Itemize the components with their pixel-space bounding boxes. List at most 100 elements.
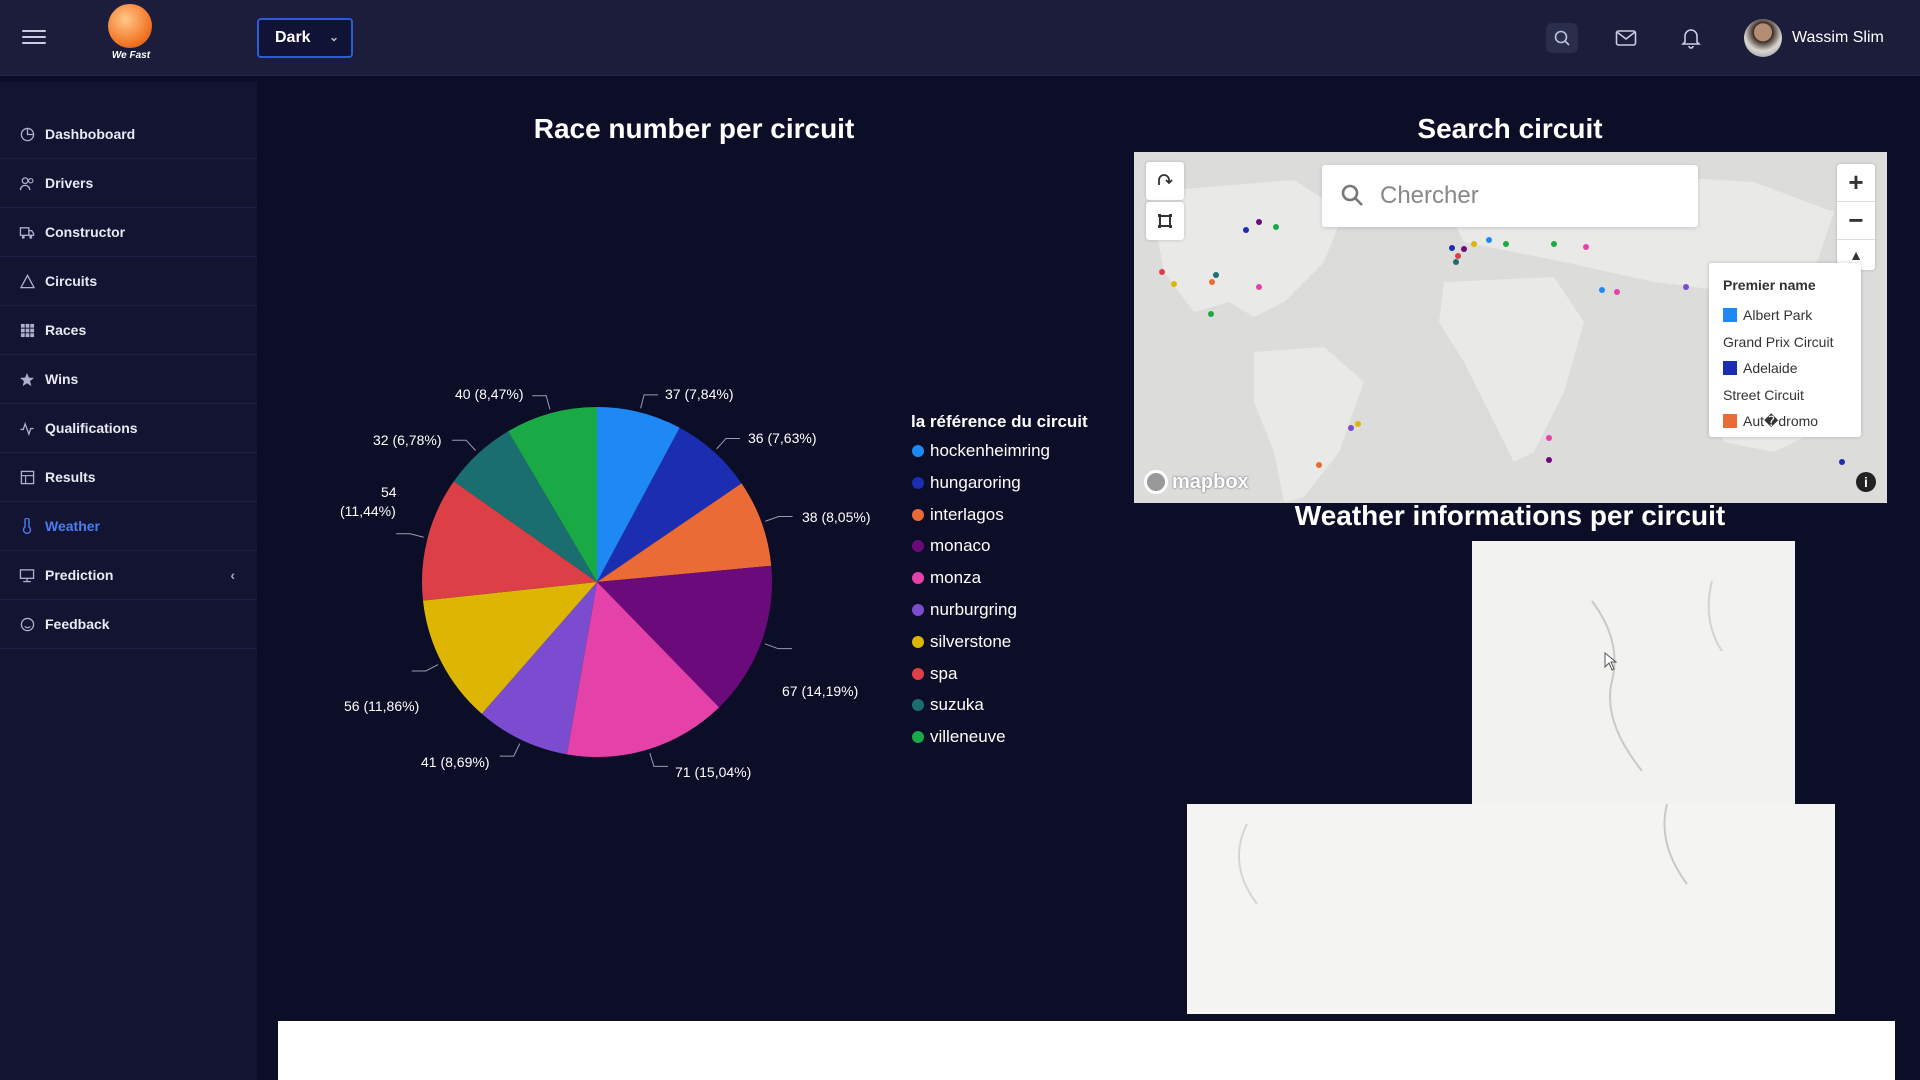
rotate-icon[interactable] xyxy=(1146,162,1184,200)
search-icon[interactable] xyxy=(1546,23,1578,53)
chevron-down-icon: ⌄ xyxy=(328,30,339,44)
pie-slice-monza[interactable] xyxy=(566,582,720,757)
map-legend-row[interactable]: Adelaide xyxy=(1723,355,1861,382)
zoom-out-button[interactable]: − xyxy=(1837,202,1875,240)
sidebar-item-circuits[interactable]: Circuits xyxy=(0,257,257,306)
activity-icon xyxy=(19,420,35,436)
sidebar-item-constructor[interactable]: Constructor xyxy=(0,208,257,257)
map-title: Search circuit xyxy=(1417,113,1603,144)
sidebar-item-label: Dashboboard xyxy=(45,126,136,142)
mapbox-logo[interactable]: mapbox xyxy=(1144,470,1249,494)
user-menu[interactable]: Wassim Slim xyxy=(1744,18,1884,58)
map-legend-label: Grand Prix Circuit xyxy=(1723,333,1834,350)
sidebar-item-results[interactable]: Results xyxy=(0,453,257,502)
avatar xyxy=(1744,19,1782,57)
legend-label: villeneuve xyxy=(930,727,1006,747)
pie-data-label: 67 (14,19%) xyxy=(782,683,859,699)
sidebar-item-label: Wins xyxy=(45,371,79,387)
pie-data-label: 71 (15,04%) xyxy=(675,764,752,780)
sidebar-item-races[interactable]: Races xyxy=(0,306,257,355)
pie-slice-interlagos[interactable] xyxy=(597,483,772,582)
legend-swatch-icon xyxy=(1723,308,1737,323)
map-legend-row[interactable]: Grand Prix Circuit xyxy=(1723,329,1861,356)
legend-item-interlagos[interactable]: interlagos xyxy=(912,505,1004,525)
chevron-left-icon: ‹ xyxy=(230,567,235,583)
map-legend: Premier name Albert Park Grand Prix Circu… xyxy=(1709,263,1861,437)
bell-icon[interactable] xyxy=(1677,24,1705,52)
pie-slice-monaco[interactable] xyxy=(597,565,772,708)
leader-line xyxy=(640,394,659,409)
sidebar-item-drivers[interactable]: Drivers xyxy=(0,159,257,208)
sidebar-item-dashboard[interactable]: Dashboboard xyxy=(0,110,257,159)
legend-dot-icon xyxy=(912,445,924,457)
pie-slice-hockenheimring[interactable] xyxy=(597,407,680,582)
map-legend-label: Aut�dromo xyxy=(1743,412,1819,429)
map-legend-row[interactable]: Albert Park xyxy=(1723,302,1861,329)
legend-item-hungaroring[interactable]: hungaroring xyxy=(912,473,1021,493)
menu-icon[interactable] xyxy=(22,26,46,48)
zoom-controls: + − ▲ xyxy=(1837,164,1875,270)
legend-label: interlagos xyxy=(930,504,1004,524)
legend-dot-icon xyxy=(912,540,924,553)
legend-item-nurburgring[interactable]: nurburgring xyxy=(912,600,1017,620)
pie-slice-villeneuve[interactable] xyxy=(508,407,597,582)
map-legend-row[interactable]: Aut�dromo xyxy=(1723,408,1861,435)
legend-item-hockenheimring[interactable]: hockenheimring xyxy=(912,441,1050,461)
map-legend-title: Premier name xyxy=(1723,277,1816,293)
pie-data-label: 40 (8,47%) xyxy=(455,386,524,402)
legend-label: monza xyxy=(930,568,982,588)
user-name: Wassim Slim xyxy=(1792,29,1884,46)
leader-line xyxy=(396,533,424,538)
sidebar-item-label: Races xyxy=(45,322,87,338)
leader-line xyxy=(452,439,476,451)
weather-map-tile[interactable] xyxy=(1472,541,1795,804)
select-area-icon[interactable] xyxy=(1146,202,1184,240)
legend-item-silverstone[interactable]: silverstone xyxy=(912,632,1011,652)
legend-dot-icon xyxy=(912,604,924,616)
sidebar-item-prediction[interactable]: Prediction ‹ xyxy=(0,551,257,600)
legend-label: suzuka xyxy=(930,695,984,715)
pie-slice-spa[interactable] xyxy=(422,481,597,601)
legend-dot-icon xyxy=(912,667,924,680)
circuit-map[interactable]: Chercher + − ▲ Premier name Albert Park G… xyxy=(1134,152,1887,503)
map-legend-label: Albert Park xyxy=(1743,307,1813,324)
info-icon[interactable]: i xyxy=(1856,472,1876,492)
pie-chart-icon xyxy=(19,126,35,142)
legend-item-monza[interactable]: monza xyxy=(912,568,981,588)
sidebar-item-weather[interactable]: Weather xyxy=(0,502,257,551)
truck-icon xyxy=(19,224,35,240)
sidebar-item-label: Drivers xyxy=(45,175,94,191)
pie-slice-nurburgring[interactable] xyxy=(481,582,597,755)
pie-data-label: 36 (7,63%) xyxy=(748,430,817,446)
pie-data-label: 32 (6,78%) xyxy=(373,432,442,448)
pie-data-label: 38 (8,05%) xyxy=(802,509,871,525)
legend-item-monaco[interactable]: monaco xyxy=(912,536,990,556)
leader-line xyxy=(411,664,439,672)
pie-slice-silverstone[interactable] xyxy=(422,582,597,714)
map-search-input[interactable]: Chercher xyxy=(1322,165,1698,227)
legend-item-spa[interactable]: spa xyxy=(912,664,957,684)
zoom-in-button[interactable]: + xyxy=(1837,164,1875,202)
sidebar-item-qualifications[interactable]: Qualifications xyxy=(0,404,257,453)
pie-data-label: 54 xyxy=(381,484,397,500)
pie-slice-suzuka[interactable] xyxy=(453,431,597,582)
map-legend-row[interactable]: Street Circuit xyxy=(1723,382,1861,409)
chart-title: Race number per circuit xyxy=(533,113,855,144)
sidebar-item-label: Qualifications xyxy=(45,420,138,436)
leader-line xyxy=(649,752,668,767)
weather-map-tile[interactable] xyxy=(1187,803,1835,1014)
legend-item-villeneuve[interactable]: villeneuve xyxy=(912,727,1006,747)
pie-slice-hungaroring[interactable] xyxy=(597,427,742,582)
sidebar-item-feedback[interactable]: Feedback xyxy=(0,600,257,649)
legend-item-suzuka[interactable]: suzuka xyxy=(912,695,984,715)
legend-label: hungaroring xyxy=(930,472,1021,492)
leader-line xyxy=(716,437,741,450)
theme-select[interactable]: Dark ⌄ xyxy=(257,18,353,58)
theme-select-value: Dark xyxy=(275,29,311,46)
legend-dot-icon xyxy=(912,699,924,712)
search-icon xyxy=(1340,183,1364,214)
legend-dot-icon xyxy=(912,572,924,585)
sidebar-item-wins[interactable]: Wins xyxy=(0,355,257,404)
app-logo[interactable]: We Fast xyxy=(108,4,154,66)
mail-icon[interactable] xyxy=(1612,24,1640,52)
